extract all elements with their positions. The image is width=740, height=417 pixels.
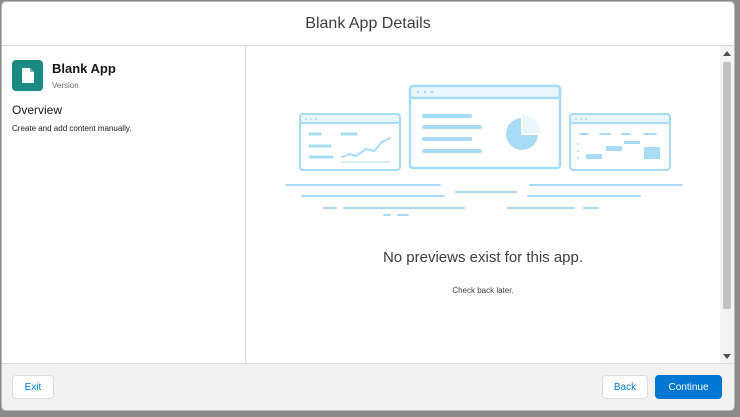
modal-footer: Exit Back Continue xyxy=(2,363,734,410)
details-panel: Blank App Version Overview Create and ad… xyxy=(2,46,246,364)
vertical-scrollbar[interactable] xyxy=(720,46,734,364)
app-version-label: Version xyxy=(52,81,79,90)
modal-body: Blank App Version Overview Create and ad… xyxy=(2,46,734,364)
scroll-up-arrow-icon[interactable] xyxy=(723,51,731,56)
app-name: Blank App xyxy=(52,61,116,76)
continue-button[interactable]: Continue xyxy=(655,375,722,399)
empty-state-title: No previews exist for this app. xyxy=(382,249,584,266)
overview-text: Create and add content manually. xyxy=(12,124,132,133)
exit-button[interactable]: Exit xyxy=(12,375,54,399)
modal-header: Blank App Details xyxy=(2,2,734,46)
scrollbar-thumb[interactable] xyxy=(723,62,731,309)
scroll-down-arrow-icon[interactable] xyxy=(723,354,731,359)
overview-heading: Overview xyxy=(12,103,63,117)
document-icon xyxy=(12,60,43,91)
back-button[interactable]: Back xyxy=(602,375,648,399)
empty-previews-illustration xyxy=(285,84,683,216)
modal-title: Blank App Details xyxy=(305,14,431,32)
empty-state-subtitle: Check back later. xyxy=(452,286,514,295)
app-details-modal: Blank App Details Blank App Version Over… xyxy=(2,2,734,410)
preview-panel: No previews exist for this app. Check ba… xyxy=(246,46,734,364)
